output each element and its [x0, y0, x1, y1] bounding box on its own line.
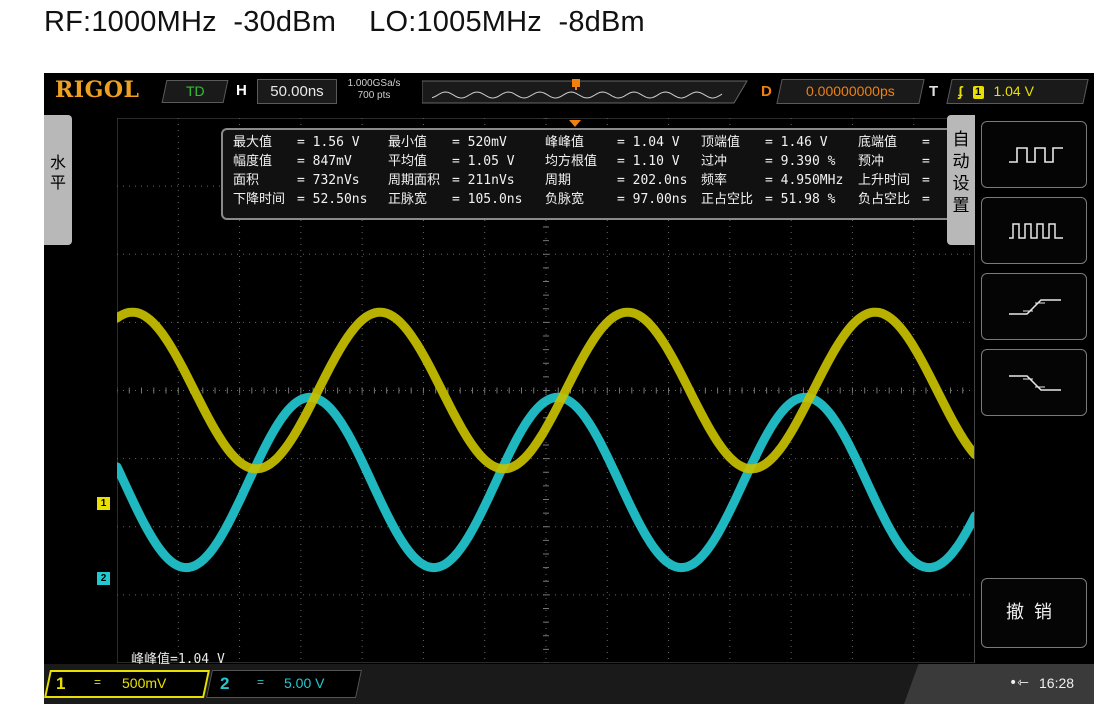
- measurement-value: = 1.05 V: [452, 154, 515, 169]
- trigger-label: T: [929, 83, 939, 100]
- measurement-value: = 1.46 V: [765, 135, 828, 150]
- measurement-label: 过冲: [701, 154, 728, 169]
- measurement-value: =: [922, 135, 930, 150]
- measurement-label: 负脉宽: [545, 192, 585, 207]
- ch2-coupling-icon: =: [257, 675, 265, 689]
- channel-status-bar: 1 = 500mV 2 = 5.00 V •⇽ 16:28: [44, 664, 1094, 704]
- memory-overview-icon: [422, 79, 748, 104]
- multi-cycle-icon: [1009, 147, 1063, 163]
- delay-label: D: [761, 83, 772, 100]
- ch2-number: 2: [220, 674, 230, 693]
- measurement-value: = 51.98 %: [765, 192, 836, 207]
- measurement-label: 正脉宽: [388, 192, 428, 207]
- measurement-panel: 最大值 = 1.56 V 最小值 = 520mV 峰峰值 = 1.04 V 顶端值 = 1.4…: [221, 128, 954, 220]
- measurement-label: 底端值: [858, 135, 898, 150]
- measurement-value: = 732nVs: [297, 173, 360, 188]
- single-cycle-icon: [1009, 223, 1063, 239]
- measurement-value: = 1.56 V: [297, 135, 360, 150]
- measurement-value: =: [922, 173, 930, 188]
- measurement-label: 最小值: [388, 135, 428, 150]
- memory-depth: 700 pts: [357, 90, 391, 101]
- caption-text: RF:1000MHz -30dBm LO:1005MHz -8dBm: [44, 6, 645, 38]
- trigger-level: 1.04 V: [993, 83, 1034, 99]
- measurement-label: 最大值: [233, 135, 273, 150]
- ch1-offset-marker[interactable]: 1: [97, 497, 110, 510]
- measurement-label: 上升时间: [858, 173, 911, 188]
- measurement-value: = 9.390 %: [765, 154, 836, 169]
- measurement-label: 均方根值: [545, 154, 598, 169]
- measurement-value: = 202.0ns: [617, 173, 688, 188]
- measurement-label: 下降时间: [233, 192, 286, 207]
- measurement-label: 峰峰值: [545, 135, 585, 150]
- clock-time: 16:28: [1039, 675, 1075, 691]
- falling-edge-button[interactable]: [981, 349, 1087, 416]
- measurement-label: 正占空比: [701, 192, 754, 207]
- rising-edge-icon: [1009, 299, 1061, 315]
- measurement-label: 平均值: [388, 154, 428, 169]
- rising-edge-button[interactable]: [981, 273, 1087, 340]
- single-cycle-button[interactable]: [981, 197, 1087, 264]
- ch2-offset-marker[interactable]: 2: [97, 572, 110, 585]
- measurement-value: = 1.04 V: [617, 135, 680, 150]
- trigger-source: 1: [972, 86, 984, 99]
- sample-rate: 1.000GSa/s: [347, 78, 401, 89]
- measurement-value: = 1.10 V: [617, 154, 680, 169]
- sample-rate-info: 1.000GSa/s 700 pts: [344, 78, 404, 102]
- measurement-value: = 4.950MHz: [765, 173, 844, 188]
- measurement-label: 周期: [545, 173, 572, 188]
- measurement-label: 预冲: [858, 154, 885, 169]
- measurement-label: 顶端值: [701, 135, 741, 150]
- ch2-scale: 5.00 V: [284, 675, 325, 691]
- top-status-bar: RIGOL TD H 50.00ns 1.000GSa/s 700 pts D …: [44, 73, 1094, 110]
- auto-setup-label: 自动设置: [952, 130, 970, 216]
- measurement-value: = 52.50ns: [297, 192, 368, 207]
- measurement-value: = 105.0ns: [452, 192, 523, 207]
- delay-value[interactable]: 0.00000000ps: [776, 79, 925, 104]
- trigger-settings[interactable]: ʄ 1 1.04 V: [946, 79, 1089, 104]
- falling-edge-icon: [1009, 375, 1061, 391]
- measurement-label: 幅度值: [233, 154, 273, 169]
- measurement-value: =: [922, 192, 930, 207]
- measurement-label: 周期面积: [388, 173, 441, 188]
- usb-icon: •⇽: [1009, 675, 1029, 691]
- run-state-badge[interactable]: TD: [161, 80, 229, 103]
- measurement-value: =: [922, 154, 930, 169]
- trigger-position-icon: [569, 120, 581, 127]
- measurement-label: 负占空比: [858, 192, 911, 207]
- horizontal-tab-label: 水平: [49, 153, 66, 192]
- measurement-value: = 97.00ns: [617, 192, 688, 207]
- horizontal-menu-tab[interactable]: 水平: [44, 115, 72, 245]
- horizontal-label: H: [236, 82, 247, 99]
- undo-button[interactable]: 撤销: [981, 578, 1087, 648]
- ch1-scale: 500mV: [122, 675, 167, 691]
- measurement-label: 频率: [701, 173, 728, 188]
- brand-logo: RIGOL: [55, 77, 140, 103]
- measurement-value: = 847mV: [297, 154, 352, 169]
- multi-cycle-button[interactable]: [981, 121, 1087, 188]
- measurement-value: = 520mV: [452, 135, 507, 150]
- timebase-value[interactable]: 50.00ns: [257, 79, 337, 104]
- trigger-edge-icon: ʄ: [958, 83, 963, 99]
- ch1-number: 1: [56, 674, 66, 693]
- auto-setup-tab[interactable]: 自动设置: [947, 115, 975, 245]
- oscilloscope-screen: RIGOL TD H 50.00ns 1.000GSa/s 700 pts D …: [44, 73, 1094, 704]
- measurement-label: 面积: [233, 173, 260, 188]
- measurement-value: = 211nVs: [452, 173, 515, 188]
- ch1-coupling-icon: =: [94, 675, 102, 689]
